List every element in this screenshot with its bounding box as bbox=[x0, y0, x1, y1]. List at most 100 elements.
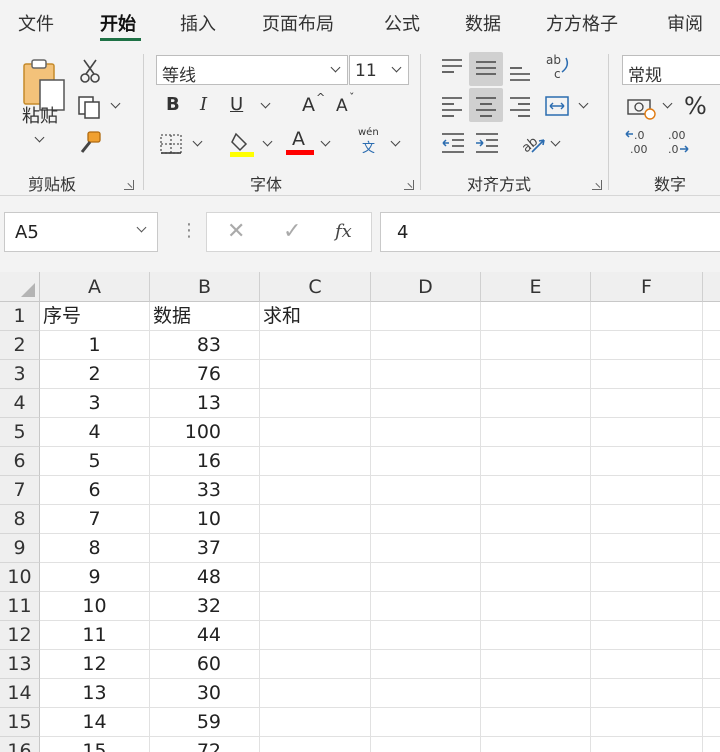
cell-g7[interactable] bbox=[703, 476, 720, 505]
cell-c10[interactable] bbox=[260, 563, 371, 592]
cell-c4[interactable] bbox=[260, 389, 371, 418]
row-header[interactable]: 5 bbox=[0, 418, 40, 447]
wrap-text-icon[interactable]: ab c bbox=[544, 52, 572, 82]
accounting-format-icon[interactable] bbox=[626, 96, 656, 120]
cell-a8[interactable]: 7 bbox=[40, 505, 150, 534]
cell-e8[interactable] bbox=[481, 505, 591, 534]
accounting-dropdown-caret[interactable] bbox=[662, 98, 673, 109]
font-name-select[interactable]: 等线 bbox=[156, 55, 348, 86]
number-format-select[interactable]: 常规 bbox=[622, 55, 720, 86]
cell-c16[interactable] bbox=[260, 737, 371, 752]
merge-center-icon[interactable] bbox=[544, 94, 570, 118]
cell-d12[interactable] bbox=[371, 621, 481, 650]
cell-e5[interactable] bbox=[481, 418, 591, 447]
cell-c2[interactable] bbox=[260, 331, 371, 360]
cell-b3[interactable]: 76 bbox=[150, 360, 260, 389]
row-header[interactable]: 13 bbox=[0, 650, 40, 679]
fill-color-icon[interactable] bbox=[228, 130, 256, 158]
cell-c5[interactable] bbox=[260, 418, 371, 447]
row-header[interactable]: 1 bbox=[0, 302, 40, 331]
cell-c1[interactable]: 求和 bbox=[260, 302, 371, 331]
row-header[interactable]: 10 bbox=[0, 563, 40, 592]
row-header[interactable]: 15 bbox=[0, 708, 40, 737]
cell-f12[interactable] bbox=[591, 621, 703, 650]
cell-g14[interactable] bbox=[703, 679, 720, 708]
alignment-launcher-icon[interactable] bbox=[592, 180, 602, 190]
cell-d2[interactable] bbox=[371, 331, 481, 360]
tab-insert[interactable]: 插入 bbox=[180, 10, 216, 36]
cell-e3[interactable] bbox=[481, 360, 591, 389]
cell-d13[interactable] bbox=[371, 650, 481, 679]
cell-e16[interactable] bbox=[481, 737, 591, 752]
cell-f15[interactable] bbox=[591, 708, 703, 737]
cell-f10[interactable] bbox=[591, 563, 703, 592]
cell-b12[interactable]: 44 bbox=[150, 621, 260, 650]
cell-g4[interactable] bbox=[703, 389, 720, 418]
cell-b14[interactable]: 30 bbox=[150, 679, 260, 708]
tab-fangfanggezi[interactable]: 方方格子 bbox=[546, 10, 618, 36]
cell-c14[interactable] bbox=[260, 679, 371, 708]
increase-indent-icon[interactable] bbox=[474, 130, 500, 154]
tab-page-layout[interactable]: 页面布局 bbox=[262, 10, 334, 36]
cell-g5[interactable] bbox=[703, 418, 720, 447]
cell-d4[interactable] bbox=[371, 389, 481, 418]
cell-c9[interactable] bbox=[260, 534, 371, 563]
cell-f3[interactable] bbox=[591, 360, 703, 389]
column-header-c[interactable]: C bbox=[260, 272, 371, 302]
cell-d16[interactable] bbox=[371, 737, 481, 752]
font-color-dropdown-caret[interactable] bbox=[320, 136, 331, 147]
cell-d11[interactable] bbox=[371, 592, 481, 621]
align-left-icon[interactable] bbox=[440, 94, 464, 118]
merge-dropdown-caret[interactable] bbox=[578, 98, 589, 109]
format-painter-icon[interactable] bbox=[78, 130, 104, 156]
align-right-icon[interactable] bbox=[508, 94, 532, 118]
cell-f4[interactable] bbox=[591, 389, 703, 418]
insert-function-icon[interactable]: fx bbox=[335, 221, 352, 242]
phonetic-dropdown-caret[interactable] bbox=[390, 136, 401, 147]
cell-e2[interactable] bbox=[481, 331, 591, 360]
cell-b2[interactable]: 83 bbox=[150, 331, 260, 360]
align-middle-icon[interactable] bbox=[474, 56, 498, 80]
cell-g2[interactable] bbox=[703, 331, 720, 360]
cell-e4[interactable] bbox=[481, 389, 591, 418]
cell-d8[interactable] bbox=[371, 505, 481, 534]
paste-label[interactable]: 粘贴 bbox=[22, 108, 58, 126]
copy-dropdown-caret[interactable] bbox=[110, 98, 121, 109]
cell-e14[interactable] bbox=[481, 679, 591, 708]
cell-b13[interactable]: 60 bbox=[150, 650, 260, 679]
cell-a9[interactable]: 8 bbox=[40, 534, 150, 563]
cut-icon[interactable] bbox=[78, 58, 102, 84]
decrease-font-button[interactable]: A bbox=[336, 98, 348, 115]
cell-a16[interactable]: 15 bbox=[40, 737, 150, 752]
align-bottom-icon[interactable] bbox=[508, 60, 532, 84]
cell-a10[interactable]: 9 bbox=[40, 563, 150, 592]
increase-font-button[interactable]: A bbox=[302, 96, 315, 115]
cell-e15[interactable] bbox=[481, 708, 591, 737]
cell-c6[interactable] bbox=[260, 447, 371, 476]
row-header[interactable]: 3 bbox=[0, 360, 40, 389]
cell-g15[interactable] bbox=[703, 708, 720, 737]
copy-icon[interactable] bbox=[76, 94, 104, 120]
enter-icon[interactable]: ✓ bbox=[283, 219, 301, 244]
cell-g9[interactable] bbox=[703, 534, 720, 563]
cell-e10[interactable] bbox=[481, 563, 591, 592]
row-header[interactable]: 4 bbox=[0, 389, 40, 418]
cell-e7[interactable] bbox=[481, 476, 591, 505]
cell-e9[interactable] bbox=[481, 534, 591, 563]
tab-review[interactable]: 审阅 bbox=[667, 10, 703, 36]
cell-b15[interactable]: 59 bbox=[150, 708, 260, 737]
cell-b10[interactable]: 48 bbox=[150, 563, 260, 592]
cell-c7[interactable] bbox=[260, 476, 371, 505]
column-header-e[interactable]: E bbox=[481, 272, 591, 302]
formula-input[interactable]: 4 bbox=[380, 212, 720, 252]
phonetic-icon[interactable]: 文 bbox=[362, 142, 375, 155]
select-all-button[interactable] bbox=[0, 272, 40, 302]
cell-a5[interactable]: 4 bbox=[40, 418, 150, 447]
cell-b7[interactable]: 33 bbox=[150, 476, 260, 505]
cell-d5[interactable] bbox=[371, 418, 481, 447]
cell-f2[interactable] bbox=[591, 331, 703, 360]
cell-b4[interactable]: 13 bbox=[150, 389, 260, 418]
border-dropdown-caret[interactable] bbox=[192, 136, 203, 147]
cell-f7[interactable] bbox=[591, 476, 703, 505]
cell-f9[interactable] bbox=[591, 534, 703, 563]
